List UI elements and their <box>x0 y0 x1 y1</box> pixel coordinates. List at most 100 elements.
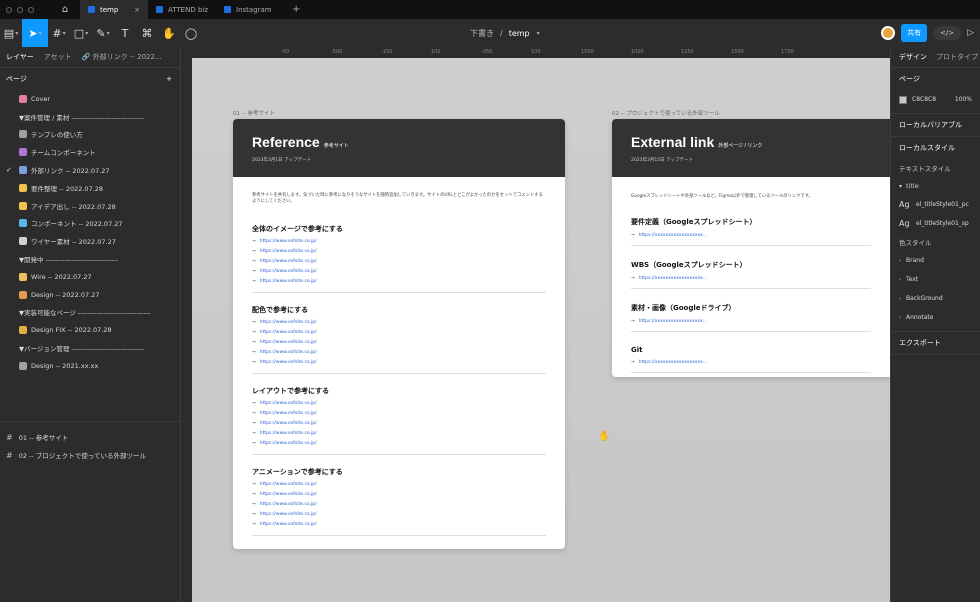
link-item[interactable]: → https://www.xxfsite.co.jp/ <box>252 439 546 449</box>
link-url[interactable]: https://www.xxfsite.co.jp/ <box>260 421 317 426</box>
page-item[interactable]: Cover <box>0 90 180 108</box>
page-item[interactable]: ✓ 外部リンク -- 2022.07.27 <box>0 161 180 179</box>
link-url[interactable]: https://xxxxxxxxxxxxxxxxxx... <box>639 360 707 365</box>
link-url[interactable]: https://www.xxfsite.co.jp/ <box>260 482 317 487</box>
page-item[interactable]: ▼開発中 ------------------------------- <box>0 250 180 268</box>
link-url[interactable]: https://www.xxfsite.co.jp/ <box>260 401 317 406</box>
close-tab-icon[interactable]: × <box>134 6 140 14</box>
external-link-frame[interactable]: External link 外部ページ / リンク 2023年3月15日 アップデ… <box>612 119 890 377</box>
link-item[interactable]: → https://xxxxxxxxxxxxxxxxxx... <box>631 357 871 367</box>
tab-attend-biz[interactable]: ATTEND biz <box>148 0 216 19</box>
link-item[interactable]: → https://www.xxfsite.co.jp/ <box>252 480 546 490</box>
page-item[interactable]: コンポーネント -- 2022.07.27 <box>0 215 180 233</box>
link-item[interactable]: → https://www.xxfsite.co.jp/ <box>252 257 546 267</box>
link-url[interactable]: https://www.xxfsite.co.jp/ <box>260 269 317 274</box>
page-item[interactable]: ▼バージョン管理 ------------------------------- <box>0 339 180 357</box>
pen-tool-icon[interactable]: ✎ ▾ <box>92 19 114 47</box>
link-url[interactable]: https://www.xxfsite.co.jp/ <box>260 522 317 527</box>
link-item[interactable]: → https://www.xxfsite.co.jp/ <box>252 520 546 530</box>
tab-assets[interactable]: アセット <box>44 52 72 62</box>
link-item[interactable]: → https://www.xxfsite.co.jp/ <box>252 500 546 510</box>
color-style-group[interactable]: › Brand <box>899 251 972 270</box>
link-url[interactable]: https://www.xxfsite.co.jp/ <box>260 492 317 497</box>
link-item[interactable]: → https://www.xxfsite.co.jp/ <box>252 429 546 439</box>
frame-label-02[interactable]: 02 -- プロジェクトで使っている外部ツール <box>612 109 720 117</box>
link-item[interactable]: → https://www.xxfsite.co.jp/ <box>252 419 546 429</box>
color-style-group[interactable]: › Text <box>899 270 972 289</box>
file-name[interactable]: temp <box>509 29 530 38</box>
frame-tool-icon[interactable]: # ▾ <box>48 19 70 47</box>
link-url[interactable]: https://www.xxfsite.co.jp/ <box>260 259 317 264</box>
link-item[interactable]: → https://www.xxfsite.co.jp/ <box>252 409 546 419</box>
local-variables[interactable]: ローカルバリアブル <box>899 114 972 136</box>
link-url[interactable]: https://www.xxfsite.co.jp/ <box>260 360 317 365</box>
reference-frame[interactable]: Reference 参考サイト 2023年3月1日 アップデート 参考サイトを共有… <box>233 119 565 549</box>
avatar[interactable] <box>881 26 896 40</box>
link-url[interactable]: https://xxxxxxxxxxxxxxxxxx... <box>639 233 707 238</box>
comment-tool-icon[interactable]: ◯ <box>180 19 202 47</box>
page-item[interactable]: Design -- 2021.xx.xx <box>0 357 180 375</box>
link-item[interactable]: → https://www.xxfsite.co.jp/ <box>252 348 546 358</box>
text-tool-icon[interactable]: T <box>114 19 136 47</box>
link-url[interactable]: https://www.xxfsite.co.jp/ <box>260 431 317 436</box>
link-url[interactable]: https://www.xxfsite.co.jp/ <box>260 320 317 325</box>
new-tab-button[interactable]: + <box>284 4 308 15</box>
link-url[interactable]: https://www.xxfsite.co.jp/ <box>260 350 317 355</box>
page-item[interactable]: Wire -- 2022.07.27 <box>0 268 180 286</box>
frame-label-01[interactable]: 01 -- 参考サイト <box>233 109 275 117</box>
add-page-button[interactable]: + <box>166 75 172 83</box>
link-url[interactable]: https://www.xxfsite.co.jp/ <box>260 340 317 345</box>
link-item[interactable]: → https://www.xxfsite.co.jp/ <box>252 328 546 338</box>
hand-tool-icon[interactable]: ✋ <box>158 19 180 47</box>
link-url[interactable]: https://www.xxfsite.co.jp/ <box>260 502 317 507</box>
breadcrumb-drafts[interactable]: 下書き <box>470 28 494 39</box>
link-url[interactable]: https://www.xxfsite.co.jp/ <box>260 512 317 517</box>
link-url[interactable]: https://www.xxfsite.co.jp/ <box>260 411 317 416</box>
link-url[interactable]: https://xxxxxxxxxxxxxxxxxx... <box>639 319 707 324</box>
link-url[interactable]: https://www.xxfsite.co.jp/ <box>260 249 317 254</box>
page-background-row[interactable]: C8C8C8 100% <box>899 90 972 109</box>
background-hex[interactable]: C8C8C8 <box>912 96 936 103</box>
page-item[interactable]: Design -- 2022.07.27 <box>0 286 180 304</box>
background-swatch[interactable] <box>899 95 907 104</box>
resources-tool-icon[interactable]: ⌘ <box>136 19 158 47</box>
text-style-item[interactable]: Ag el_titleStyle01_sp <box>899 214 972 233</box>
tab-design[interactable]: デザイン <box>899 52 927 62</box>
page-item[interactable]: ワイヤー素材 -- 2022.07.27 <box>0 232 180 250</box>
tab-layers[interactable]: レイヤー <box>6 52 34 62</box>
link-item[interactable]: → https://www.xxfsite.co.jp/ <box>252 237 546 247</box>
link-item[interactable]: → https://xxxxxxxxxxxxxxxxxx... <box>631 273 871 283</box>
share-button[interactable]: 共有 <box>901 24 928 42</box>
background-opacity[interactable]: 100% <box>955 96 972 103</box>
page-switcher[interactable]: 🔗 外部リンク -- 2022... <box>82 52 162 62</box>
link-item[interactable]: → https://www.xxfsite.co.jp/ <box>252 338 546 348</box>
page-item[interactable]: ▼実装可能なページ ------------------------------… <box>0 304 180 322</box>
export-section[interactable]: エクスポート <box>899 332 972 354</box>
canvas[interactable]: -50 -500 -150 100 -350 100 1500 1000 1250 1500 170… <box>181 47 890 602</box>
page-item[interactable]: アイデア出し -- 2022.07.28 <box>0 197 180 215</box>
home-icon[interactable]: ⌂ <box>58 0 72 19</box>
page-item[interactable]: テンプレの使い方 <box>0 126 180 144</box>
link-url[interactable]: https://www.xxfsite.co.jp/ <box>260 330 317 335</box>
move-tool-icon[interactable]: ➤ ▾ <box>22 19 48 47</box>
layer-item-frame01[interactable]: # 01 -- 参考サイト <box>0 428 181 446</box>
link-item[interactable]: → https://www.xxfsite.co.jp/ <box>252 358 546 368</box>
color-style-group[interactable]: › BackGround <box>899 289 972 308</box>
link-url[interactable]: https://xxxxxxxxxxxxxxxxxx... <box>639 276 707 281</box>
link-item[interactable]: → https://www.xxfsite.co.jp/ <box>252 490 546 500</box>
page-item[interactable]: 要件整理 -- 2022.07.28 <box>0 179 180 197</box>
tab-instagram[interactable]: Instagram <box>216 0 284 19</box>
link-item[interactable]: → https://www.xxfsite.co.jp/ <box>252 399 546 409</box>
text-style-item[interactable]: Ag el_titleStyle01_pc <box>899 195 972 214</box>
link-item[interactable]: → https://www.xxfsite.co.jp/ <box>252 247 546 257</box>
text-style-group[interactable]: ▾ title <box>899 177 972 195</box>
main-menu-icon[interactable]: ▤ ▾ <box>0 19 22 47</box>
link-item[interactable]: → https://www.xxfsite.co.jp/ <box>252 510 546 520</box>
link-url[interactable]: https://www.xxfsite.co.jp/ <box>260 279 317 284</box>
dev-mode-toggle[interactable]: </> <box>933 26 962 40</box>
link-url[interactable]: https://www.xxfsite.co.jp/ <box>260 441 317 446</box>
tab-temp[interactable]: temp × <box>80 0 148 19</box>
page-item[interactable]: ▼案件管理 / 素材 -----------------------------… <box>0 108 180 126</box>
page-item[interactable]: チームコンポーネント <box>0 143 180 161</box>
link-item[interactable]: → https://xxxxxxxxxxxxxxxxxx... <box>631 230 871 240</box>
